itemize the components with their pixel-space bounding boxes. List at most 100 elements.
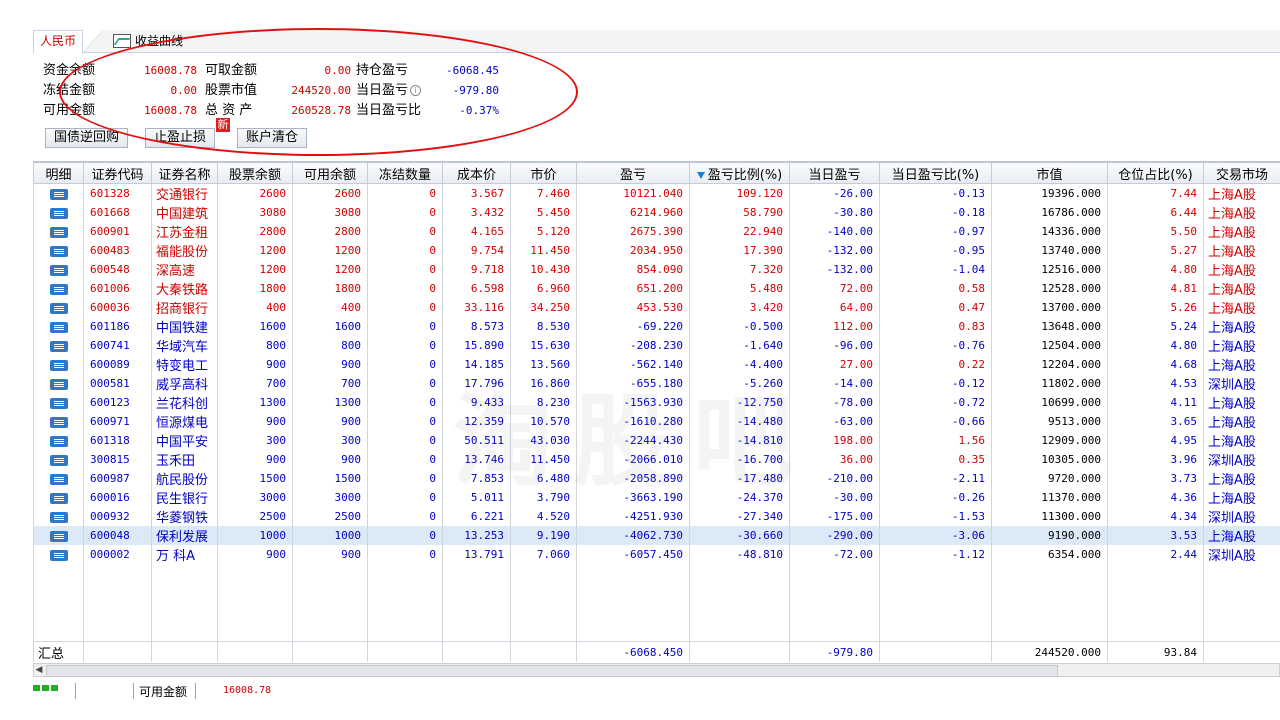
table-row[interactable]: 601006 大秦铁路 1800 1800 0 6.598 6.960 651.200 5.48… bbox=[33, 279, 1280, 298]
tab-return-curve[interactable]: 收益曲线 bbox=[113, 30, 183, 52]
table-row[interactable]: 600048 保利发展 1000 1000 0 13.253 9.190 -4062.730-… bbox=[33, 526, 1280, 545]
column-header[interactable]: 盈亏比例(%) bbox=[689, 162, 790, 184]
detail-list-icon[interactable] bbox=[49, 397, 68, 409]
table-row[interactable]: 600548 深高速 1200 1200 0 9.718 10.430 854.090 7.32… bbox=[33, 260, 1280, 279]
detail-list-icon[interactable] bbox=[49, 416, 68, 428]
detail-cell[interactable] bbox=[33, 374, 84, 393]
scrollbar-thumb[interactable] bbox=[46, 665, 1058, 677]
cell-daily-pl-ratio: -1.53 bbox=[879, 507, 992, 526]
column-header[interactable]: 证券名称 bbox=[151, 162, 218, 184]
detail-cell[interactable] bbox=[33, 203, 84, 222]
table-row[interactable]: 600016 民生银行 3000 3000 0 5.011 3.790 -3663.190 -2… bbox=[33, 488, 1280, 507]
table-row[interactable]: 600483 福能股份 1200 1200 0 9.754 11.450 2034.950 17… bbox=[33, 241, 1280, 260]
column-header-label: 当日盈亏 bbox=[808, 167, 861, 183]
detail-cell[interactable] bbox=[33, 412, 84, 431]
detail-cell[interactable] bbox=[33, 431, 84, 450]
detail-list-icon[interactable] bbox=[49, 321, 68, 333]
detail-list-icon[interactable] bbox=[49, 264, 68, 276]
clear-account-button[interactable]: 账户清仓 bbox=[237, 128, 308, 148]
column-header[interactable]: 市值 bbox=[991, 162, 1108, 184]
table-row[interactable]: 600901 江苏金租 2800 2800 0 4.165 5.120 2675.390 22.… bbox=[33, 222, 1280, 241]
detail-list-icon[interactable] bbox=[49, 283, 68, 295]
column-header[interactable]: 冻结数量 bbox=[367, 162, 443, 184]
table-row[interactable]: 600036 招商银行 400 400 0 33.116 34.250 453.530 3.42… bbox=[33, 298, 1280, 317]
detail-list-icon[interactable] bbox=[49, 511, 68, 523]
column-header[interactable]: 成本价 bbox=[442, 162, 511, 184]
cell-cost-price: 9.718 bbox=[442, 260, 511, 279]
table-row[interactable]: 000002 万 科A 900 900 0 13.791 7.060 -6057.450 -48… bbox=[33, 545, 1280, 564]
column-header[interactable]: 当日盈亏比(%) bbox=[879, 162, 992, 184]
detail-cell[interactable] bbox=[33, 317, 84, 336]
table-row[interactable]: 600741 华域汽车 800 800 0 15.890 15.630 -208.230 -1.… bbox=[33, 336, 1280, 355]
cell-position-ratio: 4.80 bbox=[1107, 336, 1204, 355]
detail-list-icon[interactable] bbox=[49, 454, 68, 466]
cell-frozen-qty: 0 bbox=[367, 279, 443, 298]
column-header[interactable]: 当日盈亏 bbox=[789, 162, 880, 184]
table-row[interactable]: 000932 华菱钢铁 2500 2500 0 6.221 4.520 -4251.930 -2… bbox=[33, 507, 1280, 526]
detail-list-icon[interactable] bbox=[49, 530, 68, 542]
cell-available-balance: 900 bbox=[292, 355, 368, 374]
cell-code: 000581 bbox=[83, 374, 152, 393]
table-row[interactable]: 600987 航民股份 1500 1500 0 7.853 6.480 -2058.890 -1… bbox=[33, 469, 1280, 488]
detail-cell[interactable] bbox=[33, 545, 84, 564]
cell-daily-pl-ratio: 0.58 bbox=[879, 279, 992, 298]
column-header[interactable]: 证券代码 bbox=[83, 162, 152, 184]
table-row[interactable]: 300815 玉禾田 900 900 0 13.746 11.450 -2066.010 -16… bbox=[33, 450, 1280, 469]
cell-pl-ratio: -14.810 bbox=[689, 431, 790, 450]
cell-daily-pl: -290.00 bbox=[789, 526, 880, 545]
detail-list-icon[interactable] bbox=[49, 226, 68, 238]
detail-cell[interactable] bbox=[33, 393, 84, 412]
cell-market-price: 4.520 bbox=[510, 507, 577, 526]
column-header[interactable]: 市价 bbox=[510, 162, 577, 184]
tab-cny[interactable]: 人民币 bbox=[33, 30, 84, 54]
table-row[interactable]: 600971 恒源煤电 900 900 0 12.359 10.570 -1610.280 -1… bbox=[33, 412, 1280, 431]
sort-desc-icon bbox=[696, 171, 705, 179]
detail-cell[interactable] bbox=[33, 336, 84, 355]
totals-pl: -6068.450 bbox=[576, 641, 690, 662]
detail-list-icon[interactable] bbox=[49, 473, 68, 485]
column-header[interactable]: 交易市场 bbox=[1203, 162, 1280, 184]
detail-cell[interactable] bbox=[33, 450, 84, 469]
detail-cell[interactable] bbox=[33, 260, 84, 279]
detail-cell[interactable] bbox=[33, 298, 84, 317]
table-row[interactable]: 600089 特变电工 900 900 0 14.185 13.560 -562.140 -4.… bbox=[33, 355, 1280, 374]
cell-frozen-qty: 0 bbox=[367, 488, 443, 507]
detail-cell[interactable] bbox=[33, 355, 84, 374]
detail-cell[interactable] bbox=[33, 183, 84, 203]
detail-list-icon[interactable] bbox=[49, 188, 68, 200]
detail-cell[interactable] bbox=[33, 488, 84, 507]
detail-list-icon[interactable] bbox=[49, 245, 68, 257]
detail-cell[interactable] bbox=[33, 279, 84, 298]
detail-list-icon[interactable] bbox=[49, 207, 68, 219]
cell-cost-price: 13.791 bbox=[442, 545, 511, 564]
horizontal-scrollbar[interactable]: ◀ bbox=[33, 663, 1280, 677]
detail-list-icon[interactable] bbox=[49, 549, 68, 561]
detail-list-icon[interactable] bbox=[49, 340, 68, 352]
cell-name: 玉禾田 bbox=[151, 450, 218, 469]
take-profit-stop-loss-button[interactable]: 止盈止损 bbox=[145, 128, 216, 148]
detail-list-icon[interactable] bbox=[49, 359, 68, 371]
column-header[interactable]: 可用余额 bbox=[292, 162, 368, 184]
table-row[interactable]: 000581 威孚高科 700 700 0 17.796 16.860 -655.180 -5.… bbox=[33, 374, 1280, 393]
detail-cell[interactable] bbox=[33, 507, 84, 526]
detail-cell[interactable] bbox=[33, 469, 84, 488]
detail-list-icon[interactable] bbox=[49, 435, 68, 447]
bond-repo-button[interactable]: 国债逆回购 bbox=[45, 128, 129, 148]
info-icon[interactable]: i bbox=[410, 85, 422, 96]
column-header[interactable]: 股票余额 bbox=[217, 162, 293, 184]
table-row[interactable]: 601318 中国平安 300 300 0 50.511 43.030 -2244.430 -1… bbox=[33, 431, 1280, 450]
detail-cell[interactable] bbox=[33, 222, 84, 241]
detail-cell[interactable] bbox=[33, 241, 84, 260]
table-row[interactable]: 601328 交通银行 2600 2600 0 3.567 7.460 10121.040 10… bbox=[33, 183, 1280, 203]
column-header[interactable]: 盈亏 bbox=[576, 162, 690, 184]
detail-list-icon[interactable] bbox=[49, 302, 68, 314]
detail-cell[interactable] bbox=[33, 526, 84, 545]
scroll-left-arrow-icon[interactable]: ◀ bbox=[34, 664, 44, 676]
table-row[interactable]: 601668 中国建筑 3080 3080 0 3.432 5.450 6214.960 58.… bbox=[33, 203, 1280, 222]
detail-list-icon[interactable] bbox=[49, 492, 68, 504]
column-header[interactable]: 明细 bbox=[33, 162, 84, 184]
table-row[interactable]: 601186 中国铁建 1600 1600 0 8.573 8.530 -69.220 -0.5… bbox=[33, 317, 1280, 336]
table-row[interactable]: 600123 兰花科创 1300 1300 0 9.433 8.230 -1563.930 -1… bbox=[33, 393, 1280, 412]
detail-list-icon[interactable] bbox=[49, 378, 68, 390]
column-header[interactable]: 仓位占比(%) bbox=[1107, 162, 1204, 184]
